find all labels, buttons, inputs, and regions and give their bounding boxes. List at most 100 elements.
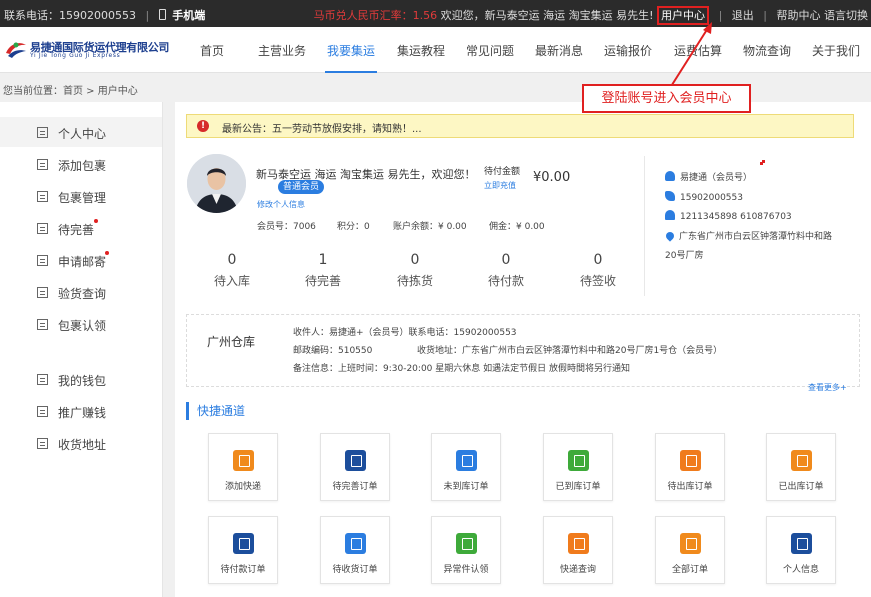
nav-quote[interactable]: 运输报价 xyxy=(604,42,652,59)
quick-card-pending-outbound[interactable]: 待出库订单 xyxy=(655,433,725,501)
quick-card-pending-orders[interactable]: 待完善订单 xyxy=(320,433,390,501)
quick-card-abnormal-claim[interactable]: 异常件认领 xyxy=(431,516,501,584)
quick-card-pending-receipt[interactable]: 待收货订单 xyxy=(320,516,390,584)
sidebar-item-personal-center[interactable]: 个人中心 xyxy=(0,117,162,147)
top-bar-right: 马币兑人民币汇率：1.56 欢迎您，新马泰空运 海运 淘宝集运 易先生! 用户中… xyxy=(314,6,868,25)
edit-profile-link[interactable]: 修改个人信息 xyxy=(257,199,305,210)
all-orders-icon xyxy=(680,533,701,554)
quick-card-label: 添加快递 xyxy=(224,482,261,492)
account-balance: 账户余额：¥ 0.00 xyxy=(393,222,467,232)
contact-phone: 15902000553 xyxy=(665,191,743,203)
sidebar-item-claim-package[interactable]: 包裹认领 xyxy=(0,309,162,339)
sidebar-item-add-package[interactable]: 添加包裹 xyxy=(0,149,162,179)
contact-name-text: 易捷通（会员号） xyxy=(680,173,753,183)
pending-amount-value: ¥0.00 xyxy=(533,170,571,185)
recharge-link[interactable]: 立即充值 xyxy=(484,180,516,191)
sidebar-item-apply-shipping[interactable]: 申请邮寄 xyxy=(0,245,162,275)
counter-to-complete[interactable]: 1 待完善 xyxy=(288,252,358,289)
tracking-icon xyxy=(568,533,589,554)
sidebar-item-inspection[interactable]: 验货查询 xyxy=(0,277,162,307)
nav-tutorial[interactable]: 集运教程 xyxy=(397,42,445,59)
sidebar-item-label: 我的钱包 xyxy=(58,374,107,388)
main-nav: 易捷通国际货运代理有限公司 Yi Jie Tong Guo Ji Express… xyxy=(0,27,871,73)
language-switch-link[interactable]: 语言切换 xyxy=(824,9,868,22)
notification-dot xyxy=(105,251,109,255)
annotation-arrow-icon xyxy=(669,22,712,89)
add-express-icon xyxy=(233,450,254,471)
main-content: ! 最新公告：五一劳动节放假安排，请知熟！... 新马泰空运 海运 淘宝集运 易… xyxy=(175,102,871,597)
warehouse-address: 收货地址：广东省广州市白云区钟落潭竹料中和路20号厂房1号仓（会员号） xyxy=(417,346,723,356)
sidebar-item-label: 收货地址 xyxy=(58,438,107,452)
quick-card-profile[interactable]: 个人信息 xyxy=(766,516,836,584)
sidebar-item-address[interactable]: 收货地址 xyxy=(0,428,162,458)
pending-amount-label: 待付金额 xyxy=(484,167,521,177)
nav-about[interactable]: 关于我们 xyxy=(812,42,860,59)
logo[interactable]: 易捷通国际货运代理有限公司 Yi Jie Tong Guo Ji Express xyxy=(4,38,169,62)
document-icon xyxy=(37,255,48,266)
quick-card-not-arrived[interactable]: 未到库订单 xyxy=(431,433,501,501)
counter-to-pay[interactable]: 0 待付款 xyxy=(471,252,541,289)
nav-shipping[interactable]: 我要集运 xyxy=(324,42,378,73)
announcement-bar[interactable]: ! 最新公告：五一劳动节放假安排，请知熟！... xyxy=(186,114,854,138)
document-icon xyxy=(37,191,48,202)
quick-card-label: 全部订单 xyxy=(671,565,708,575)
logo-mark-icon xyxy=(6,42,26,58)
document-icon xyxy=(37,159,48,170)
quick-card-shipped[interactable]: 已出库订单 xyxy=(766,433,836,501)
contact-address: 广东省广州市白云区钟落潭竹料中和路 xyxy=(664,229,833,242)
quick-card-label: 待付款订单 xyxy=(220,565,266,575)
quick-card-label: 快递查询 xyxy=(559,565,596,575)
document-icon xyxy=(37,438,48,449)
counter-label: 待完善 xyxy=(304,274,341,288)
contact-address-text: 广东省广州市白云区钟落潭竹料中和路 xyxy=(679,232,833,242)
quick-card-tracking[interactable]: 快递查询 xyxy=(543,516,613,584)
unpaid-icon xyxy=(233,533,254,554)
counter-label: 待付款 xyxy=(487,274,524,288)
mobile-link[interactable]: 手机端 xyxy=(172,9,205,22)
sidebar-item-package-management[interactable]: 包裹管理 xyxy=(0,181,162,211)
sidebar-item-referral[interactable]: 推广赚钱 xyxy=(0,396,162,426)
sidebar-item-label: 推广赚钱 xyxy=(58,406,107,420)
sidebar-item-label: 包裹管理 xyxy=(58,191,107,205)
counter-value: 0 xyxy=(593,252,603,268)
view-more-link[interactable]: 查看更多+ xyxy=(808,382,847,393)
nav-faq[interactable]: 常见问题 xyxy=(466,42,514,59)
counter-to-pick[interactable]: 0 待拣货 xyxy=(380,252,450,289)
quick-card-all-orders[interactable]: 全部订单 xyxy=(655,516,725,584)
shipped-icon xyxy=(791,450,812,471)
contact-qq-text: 1211345898 610876703 xyxy=(680,212,792,222)
counter-to-warehouse[interactable]: 0 待入库 xyxy=(197,252,267,289)
quick-card-add-express[interactable]: 添加快递 xyxy=(208,433,278,501)
document-icon xyxy=(37,374,48,385)
logout-link[interactable]: 退出 xyxy=(732,9,754,22)
nav-home[interactable]: 首页 xyxy=(200,42,224,59)
abnormal-claim-icon xyxy=(456,533,477,554)
sidebar-item-wallet[interactable]: 我的钱包 xyxy=(0,364,162,394)
nav-news[interactable]: 最新消息 xyxy=(535,42,583,59)
counter-value: 1 xyxy=(318,252,328,268)
arrived-icon xyxy=(568,450,589,471)
profile-icon xyxy=(791,533,812,554)
location-pin-icon xyxy=(664,230,676,242)
user-portrait-icon xyxy=(187,154,246,213)
nav-main-business[interactable]: 主营业务 xyxy=(258,42,306,59)
quick-card-label: 异常件认领 xyxy=(443,565,489,575)
sidebar-item-to-complete[interactable]: 待完善 xyxy=(0,213,162,243)
warehouse-info-box: 广州仓库 收件人：易捷通+（会员号）联系电话：15902000553 邮政编码：… xyxy=(186,314,860,387)
quick-card-unpaid[interactable]: 待付款订单 xyxy=(208,516,278,584)
warehouse-title: 广州仓库 xyxy=(207,335,256,349)
member-number: 会员号：7006 xyxy=(257,222,316,232)
document-icon xyxy=(37,406,48,417)
divider xyxy=(644,156,645,296)
help-center-link[interactable]: 帮助中心 xyxy=(777,9,821,22)
notification-dot xyxy=(94,219,98,223)
counter-to-sign[interactable]: 0 待签收 xyxy=(563,252,633,289)
top-bar-left: 联系电话：15902000553 | 手机端 xyxy=(4,7,205,23)
warehouse-remark: 备注信息：上班时间：9:30-20:00 星期六休息 如遇法定节假日 放假時間将… xyxy=(293,364,630,374)
quick-card-arrived[interactable]: 已到库订单 xyxy=(543,433,613,501)
contact-address-line2: 20号厂房 xyxy=(665,251,704,261)
mobile-phone-icon xyxy=(158,9,166,20)
counter-label: 待拣货 xyxy=(396,274,433,288)
nav-tracking[interactable]: 物流查询 xyxy=(743,42,791,59)
counter-value: 0 xyxy=(227,252,237,268)
